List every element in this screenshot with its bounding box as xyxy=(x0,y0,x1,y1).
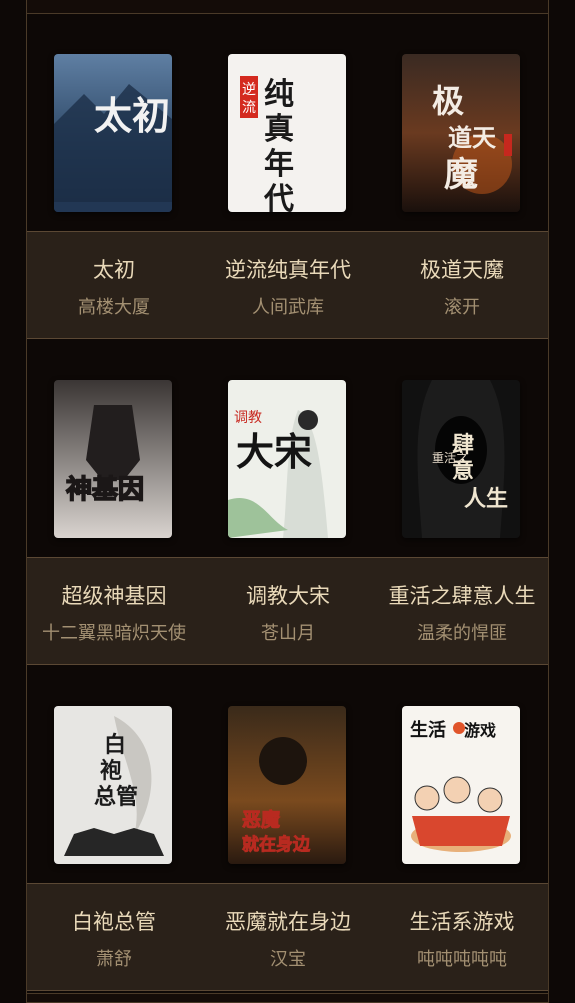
svg-text:纯: 纯 xyxy=(264,77,294,112)
book-cover-baipao[interactable]: 白 袍 总管 xyxy=(54,706,172,864)
svg-text:游戏: 游戏 xyxy=(464,721,496,740)
book-author: 滚开 xyxy=(444,297,480,318)
book-author: 温柔的悍匪 xyxy=(417,623,507,644)
cover-text: 神基因 xyxy=(66,475,144,505)
book-grid-page: 太初 逆 流 纯 真 年 代 极 道天 魔 太初 高楼大厦 逆流纯真年代 人间武… xyxy=(0,0,575,1003)
book-author: 人间武库 xyxy=(252,297,324,318)
book-title[interactable]: 极道天魔 xyxy=(375,254,549,284)
cover-text: 太初 xyxy=(94,93,170,138)
svg-text:白: 白 xyxy=(104,732,126,758)
book-author: 苍山月 xyxy=(261,623,315,644)
svg-text:调教: 调教 xyxy=(234,410,262,426)
book-cover-tiaojiao[interactable]: 调教 大宋 xyxy=(228,380,346,538)
book-author: 高楼大厦 xyxy=(78,297,150,318)
info-area: 超级神基因 十二翼黑暗炽天使 调教大宋 苍山月 重活之肆意人生 温柔的悍匪 xyxy=(27,557,548,665)
book-row-2: 神基因 调教 大宋 肆 意 人生 重活之 超级神基因 十二翼黑暗炽天使 调教大宋… xyxy=(26,340,549,666)
book-cover-jidao[interactable]: 极 道天 魔 xyxy=(402,54,520,212)
svg-text:年: 年 xyxy=(264,147,294,182)
covers-area: 太初 逆 流 纯 真 年 代 极 道天 魔 xyxy=(27,14,548,231)
svg-text:重活之: 重活之 xyxy=(432,451,468,465)
previous-row-edge xyxy=(26,0,549,14)
svg-text:真: 真 xyxy=(264,112,294,147)
svg-text:道天: 道天 xyxy=(448,123,496,152)
svg-text:就在身边: 就在身边 xyxy=(242,834,311,855)
svg-text:极: 极 xyxy=(432,82,464,120)
book-title[interactable]: 逆流纯真年代 xyxy=(201,254,375,284)
covers-area: 白 袍 总管 恶魔 就在身边 生活 游戏 xyxy=(27,666,548,883)
svg-text:流: 流 xyxy=(242,100,256,116)
book-title[interactable]: 恶魔就在身边 xyxy=(201,906,375,936)
next-row-edge xyxy=(26,993,549,1003)
book-cover-emo[interactable]: 恶魔 就在身边 xyxy=(228,706,346,864)
book-row-1: 太初 逆 流 纯 真 年 代 极 道天 魔 太初 高楼大厦 逆流纯真年代 人间武… xyxy=(26,14,549,340)
svg-text:生活: 生活 xyxy=(410,719,446,741)
covers-area: 神基因 调教 大宋 肆 意 人生 重活之 xyxy=(27,340,548,557)
book-title[interactable]: 调教大宋 xyxy=(201,580,375,610)
book-cover-shenghuo[interactable]: 生活 游戏 xyxy=(402,706,520,864)
book-title[interactable]: 生活系游戏 xyxy=(375,906,549,936)
book-author: 汉宝 xyxy=(270,949,306,970)
book-cover-chonghuo[interactable]: 肆 意 人生 重活之 xyxy=(402,380,520,538)
svg-text:恶魔: 恶魔 xyxy=(242,808,281,831)
book-title[interactable]: 超级神基因 xyxy=(27,580,201,610)
info-area: 白袍总管 萧舒 恶魔就在身边 汉宝 生活系游戏 吨吨吨吨吨 xyxy=(27,883,548,991)
book-cover-taichu[interactable]: 太初 xyxy=(54,54,172,212)
book-title[interactable]: 重活之肆意人生 xyxy=(375,580,549,610)
svg-text:总管: 总管 xyxy=(94,784,138,810)
info-area: 太初 高楼大厦 逆流纯真年代 人间武库 极道天魔 滚开 xyxy=(27,231,548,339)
svg-text:魔: 魔 xyxy=(444,155,478,195)
book-cover-niliu[interactable]: 逆 流 纯 真 年 代 xyxy=(228,54,346,212)
book-author: 吨吨吨吨吨 xyxy=(417,949,507,970)
svg-text:代: 代 xyxy=(263,182,294,212)
book-cover-chaoji[interactable]: 神基因 xyxy=(54,380,172,538)
svg-text:袍: 袍 xyxy=(100,758,122,784)
book-row-3: 白 袍 总管 恶魔 就在身边 生活 游戏 白袍总管 萧舒 恶魔就在身边 汉宝 生… xyxy=(26,666,549,993)
svg-text:人生: 人生 xyxy=(464,486,508,512)
book-author: 十二翼黑暗炽天使 xyxy=(42,623,186,644)
book-title[interactable]: 太初 xyxy=(27,254,201,284)
svg-text:逆: 逆 xyxy=(242,82,256,98)
book-author: 萧舒 xyxy=(96,949,132,970)
cover-text: 大宋 xyxy=(236,429,312,474)
book-title[interactable]: 白袍总管 xyxy=(27,906,201,936)
